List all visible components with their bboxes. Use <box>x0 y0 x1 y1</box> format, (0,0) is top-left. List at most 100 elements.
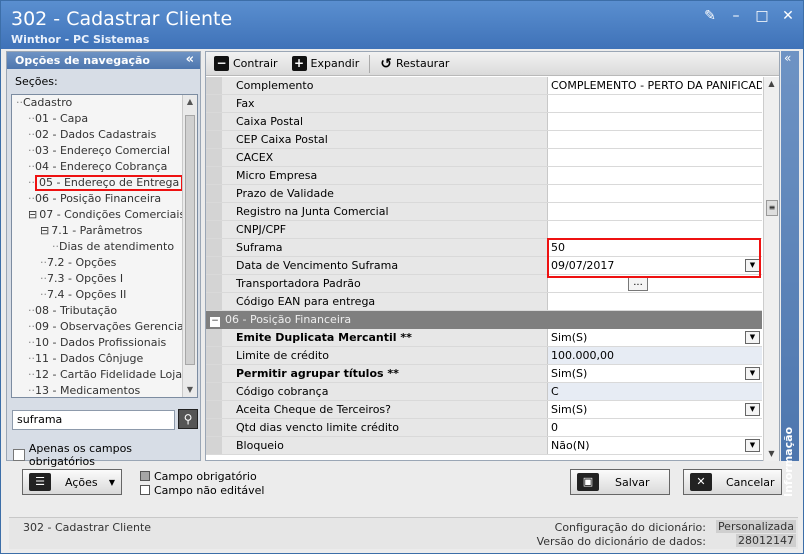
property-label: Transportadora Padrão <box>222 275 548 292</box>
row-indent <box>206 131 222 148</box>
row-indent <box>206 383 222 400</box>
cancel-button[interactable]: ✕ Cancelar <box>683 469 782 495</box>
tree-item[interactable]: ·· 05 - Endereço de Entrega <box>12 175 197 191</box>
collapse-panel-icon[interactable]: « <box>186 52 194 67</box>
property-value-field[interactable] <box>548 113 762 130</box>
tree-item-label: 04 - Endereço Cobrança <box>35 160 168 173</box>
tree-item[interactable]: ··08 - Tributação <box>12 303 197 319</box>
property-row[interactable]: Registro na Junta Comercial <box>206 203 762 221</box>
property-row[interactable]: Bloqueio Não(N) ▼ <box>206 437 762 455</box>
info-side-panel[interactable]: « Informação <box>781 51 799 497</box>
tree-item[interactable]: ··10 - Dados Profissionais <box>12 335 197 351</box>
tree-item[interactable]: ··03 - Endereço Comercial <box>12 143 197 159</box>
scroll-up-icon[interactable]: ▲ <box>183 95 197 109</box>
tree-scrollbar[interactable]: ▲ ▼ <box>182 95 197 397</box>
property-label: Complemento <box>222 77 548 94</box>
property-row[interactable]: CNPJ/CPF <box>206 221 762 239</box>
property-value-field[interactable]: Sim(S) ▼ <box>548 365 762 382</box>
property-value-field[interactable] <box>548 221 762 238</box>
scroll-down-icon[interactable]: ▼ <box>183 383 197 397</box>
property-row[interactable]: Código EAN para entrega <box>206 293 762 311</box>
edit-window-icon[interactable]: ✎ <box>703 9 717 23</box>
property-value: Sim(S) <box>551 331 588 344</box>
tree-item[interactable]: ··09 - Observações Gerenciais <box>12 319 197 335</box>
property-row[interactable]: Prazo de Validade <box>206 185 762 203</box>
property-value-field[interactable]: Sim(S) ▼ <box>548 329 762 346</box>
property-row[interactable]: CEP Caixa Postal <box>206 131 762 149</box>
tree-toggle-icon[interactable]: ⊟ <box>40 224 49 237</box>
dropdown-arrow-icon[interactable]: ▼ <box>745 403 760 416</box>
tree-item[interactable]: ⊟ 07 - Condições Comerciais <box>12 207 197 223</box>
property-value: 100.000,00 <box>551 349 614 362</box>
only-required-checkbox[interactable]: Apenas os campos obrigatórios <box>13 442 200 468</box>
dropdown-arrow-icon[interactable]: ▼ <box>745 331 760 344</box>
save-button[interactable]: ▣ Salvar <box>570 469 670 495</box>
property-row[interactable]: Limite de crédito 100.000,00 <box>206 347 762 365</box>
expand-button[interactable]: + Expandir <box>288 56 364 71</box>
property-row[interactable]: Emite Duplicata Mercantil ** Sim(S) ▼ <box>206 329 762 347</box>
property-value-field[interactable]: 100.000,00 <box>548 347 762 364</box>
property-value-field[interactable] <box>548 95 762 112</box>
restore-button[interactable]: ↺ Restaurar <box>376 56 453 72</box>
maximize-icon[interactable]: □ <box>755 9 769 23</box>
property-row[interactable]: Código cobrança C <box>206 383 762 401</box>
scroll-down-icon[interactable]: ▼ <box>764 447 779 461</box>
property-value-field[interactable] <box>548 131 762 148</box>
property-row[interactable]: Aceita Cheque de Terceiros? Sim(S) ▼ <box>206 401 762 419</box>
sections-tree[interactable]: ··Cadastro ··01 - Capa ··02 - Dados Cadast… <box>11 94 198 398</box>
property-value-field[interactable] <box>548 185 762 202</box>
property-grid: Complemento COMPLEMENTO - PERTO DA PANIFI… <box>206 77 762 461</box>
property-label: Qtd dias vencto limite crédito <box>222 419 548 436</box>
collapse-button[interactable]: − Contrair <box>210 56 282 71</box>
lookup-button[interactable]: ... <box>628 276 648 291</box>
property-value-field[interactable]: Sim(S) ▼ <box>548 401 762 418</box>
tree-item[interactable]: ··Dias de atendimento <box>12 239 197 255</box>
property-row[interactable]: Permitir agrupar títulos ** Sim(S) ▼ <box>206 365 762 383</box>
property-value-field[interactable]: C <box>548 383 762 400</box>
property-value-field[interactable]: COMPLEMENTO - PERTO DA PANIFICADOR <box>548 77 762 94</box>
dropdown-arrow-icon[interactable]: ▼ <box>745 439 760 452</box>
row-indent <box>206 365 222 382</box>
tree-item[interactable]: ··13 - Medicamentos <box>12 383 197 397</box>
section-search-input[interactable]: suframa <box>12 410 175 430</box>
minimize-icon[interactable]: – <box>729 9 743 23</box>
close-icon[interactable]: ✕ <box>781 9 795 23</box>
actions-button[interactable]: ☰ Ações ▼ <box>22 469 122 495</box>
tree-toggle-icon[interactable]: ⊟ <box>28 208 37 221</box>
property-value-field[interactable]: Não(N) ▼ <box>548 437 762 454</box>
tree-item[interactable]: ··7.2 - Opções <box>12 255 197 271</box>
collapse-section-icon[interactable]: − <box>210 317 220 327</box>
property-row[interactable]: CACEX <box>206 149 762 167</box>
scroll-up-icon[interactable]: ▲ <box>764 77 779 91</box>
property-value-field[interactable] <box>548 149 762 166</box>
section-header[interactable]: −06 - Posição Financeira <box>206 311 762 329</box>
search-icon[interactable]: ⚲ <box>178 409 198 429</box>
dropdown-arrow-icon[interactable]: ▼ <box>745 367 760 380</box>
property-row[interactable]: Fax <box>206 95 762 113</box>
tree-item[interactable]: ··04 - Endereço Cobrança <box>12 159 197 175</box>
tree-item[interactable]: ⊟ 7.1 - Parâmetros <box>12 223 197 239</box>
checkbox-box[interactable] <box>13 449 25 461</box>
tree-item[interactable]: ··06 - Posição Financeira <box>12 191 197 207</box>
tree-item[interactable]: ··02 - Dados Cadastrais <box>12 127 197 143</box>
property-value-field[interactable] <box>548 203 762 220</box>
scrollbar-thumb[interactable]: ≡ <box>766 200 778 216</box>
tree-item[interactable]: ··12 - Cartão Fidelidade Lojas <box>12 367 197 383</box>
property-row[interactable]: Micro Empresa <box>206 167 762 185</box>
scrollbar-thumb[interactable] <box>185 115 195 365</box>
grid-scrollbar[interactable]: ▲ ≡ ▼ <box>763 77 779 461</box>
expand-panel-icon[interactable]: « <box>784 51 791 65</box>
property-row[interactable]: Caixa Postal <box>206 113 762 131</box>
property-value-field[interactable] <box>548 293 762 310</box>
property-row[interactable]: Complemento COMPLEMENTO - PERTO DA PANIFI… <box>206 77 762 95</box>
tree-item[interactable]: ··01 - Capa <box>12 111 197 127</box>
tree-item[interactable]: ··11 - Dados Cônjuge <box>12 351 197 367</box>
tree-item[interactable]: ··7.4 - Opções II <box>12 287 197 303</box>
property-row[interactable]: Qtd dias vencto limite crédito 0 <box>206 419 762 437</box>
dictionary-version-label: Versão do dicionário de dados: <box>536 535 706 548</box>
property-value-field[interactable] <box>548 167 762 184</box>
tree-item[interactable]: ··7.3 - Opções I <box>12 271 197 287</box>
property-value-field[interactable]: 0 <box>548 419 762 436</box>
tree-item[interactable]: ··Cadastro <box>12 95 197 111</box>
property-label: CACEX <box>222 149 548 166</box>
